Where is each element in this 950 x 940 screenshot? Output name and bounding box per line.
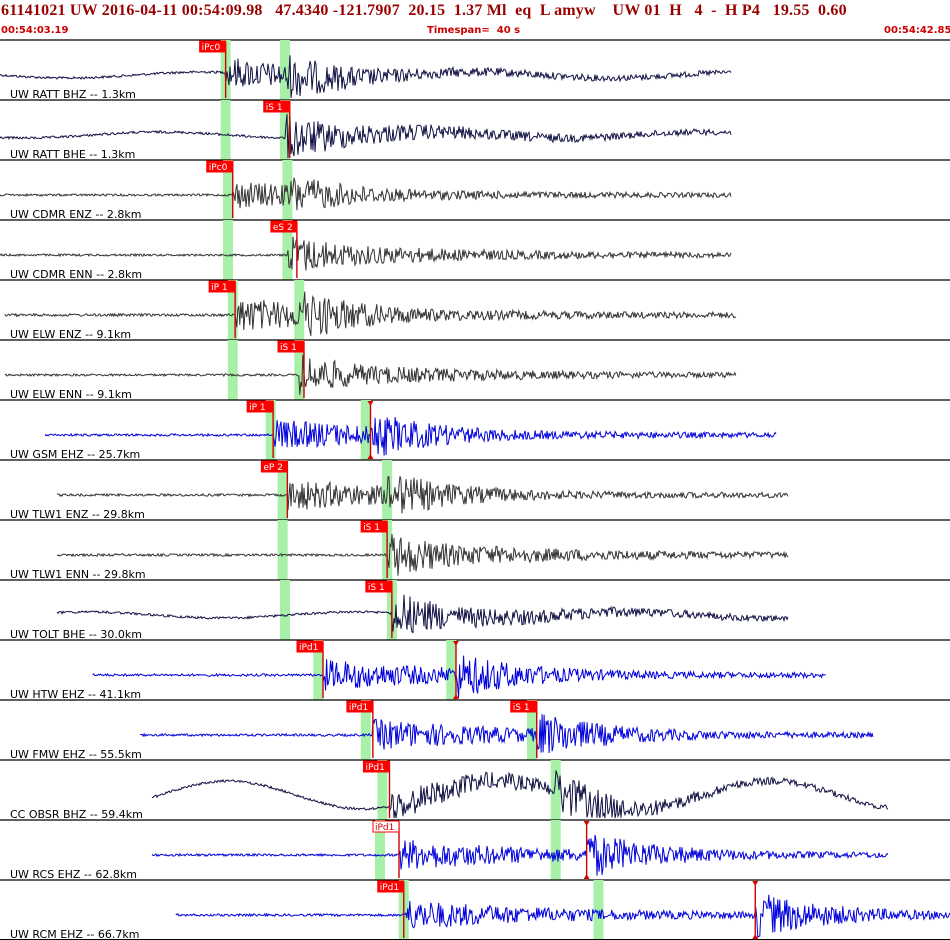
channel-trace: iPd1 UW HTW EHZ -- 41.1km: [0, 639, 950, 701]
pick-label: iS 1: [513, 703, 530, 713]
arrival-window: [446, 640, 457, 700]
channel-trace: iS 1 UW TLW1 ENN -- 29.8km: [0, 519, 950, 581]
pick-label: eP 2: [263, 463, 283, 473]
channel-trace: iS 1 UW ELW ENN -- 9.1km: [0, 339, 950, 401]
pick-marker: [752, 881, 759, 886]
waveform: [56, 533, 789, 576]
waveform: [56, 594, 789, 634]
pick-label: iPd1: [380, 883, 399, 893]
channel-trace: iPd1 iS 1 UW FMW EHZ -- 55.5km: [0, 699, 950, 761]
waveform: [151, 834, 889, 876]
pick-marker: [583, 821, 590, 826]
station-label: CC OBSR BHZ -- 59.4km: [10, 808, 143, 821]
waveform: [140, 714, 874, 754]
waveform: [0, 236, 732, 271]
channel-trace: iS 1 UW TOLT BHE -- 30.0km: [0, 579, 950, 641]
channel-trace: eP 2 UW TLW1 ENZ -- 29.8km: [0, 459, 950, 521]
pick-label: iP 1: [211, 283, 228, 293]
channel-trace: iPc0 UW RATT BHZ -- 1.3km: [0, 39, 950, 101]
pick-label: iPc0: [202, 43, 221, 53]
station-label: UW CDMR ENZ -- 2.8km: [10, 208, 141, 221]
channel-trace: iP 1 UW ELW ENZ -- 9.1km: [0, 279, 950, 341]
waveform: [92, 655, 826, 698]
waveform: [151, 770, 889, 819]
arrival-window: [220, 100, 231, 160]
channel-trace: iP 1 UW GSM EHZ -- 25.7km: [0, 399, 950, 461]
channel-trace: iS 1 UW RATT BHE -- 1.3km: [0, 99, 950, 161]
station-label: UW RCM EHZ -- 66.7km: [10, 928, 139, 940]
station-label: UW CDMR ENN -- 2.8km: [10, 268, 142, 281]
arrival-window: [227, 340, 238, 400]
pick-label: iPd1: [375, 823, 394, 833]
pick-label: iS 1: [363, 523, 380, 533]
channel-trace: iPd1 UW RCM EHZ -- 66.7km: [0, 879, 950, 940]
station-label: UW RATT BHZ -- 1.3km: [10, 88, 136, 101]
station-label: UW HTW EHZ -- 41.1km: [10, 688, 141, 701]
channel-trace: iPd1 UW RCS EHZ -- 62.8km: [0, 819, 950, 881]
station-label: UW ELW ENZ -- 9.1km: [10, 328, 131, 341]
arrival-window: [277, 520, 288, 580]
station-label: UW FMW EHZ -- 55.5km: [10, 748, 142, 761]
pick-label: iPd1: [349, 703, 368, 713]
pick-label: iPd1: [299, 643, 318, 653]
waveform: [0, 177, 732, 211]
station-label: UW GSM EHZ -- 25.7km: [10, 448, 140, 461]
channel-trace: eS 2 UW CDMR ENN -- 2.8km: [0, 219, 950, 281]
pick-label: iS 1: [280, 343, 297, 353]
station-label: UW TLW1 ENZ -- 29.8km: [10, 508, 145, 521]
pick-label: eS 2: [273, 223, 293, 233]
pick-label: iPc0: [209, 163, 228, 173]
station-label: UW TLW1 ENN -- 29.8km: [10, 568, 146, 581]
channel-trace: iPd1 CC OBSR BHZ -- 59.4km: [0, 759, 950, 821]
pick-marker: [583, 874, 590, 879]
pick-label: iPd1: [366, 763, 385, 773]
seismogram-viewer: 61141021 UW 2016-04-11 00:54:09.98 47.43…: [0, 0, 950, 940]
station-label: UW TOLT BHE -- 30.0km: [10, 628, 142, 641]
waveform: [44, 417, 777, 456]
waveform: [56, 475, 789, 514]
station-label: UW RCS EHZ -- 62.8km: [10, 868, 137, 881]
station-label: UW RATT BHE -- 1.3km: [10, 148, 135, 161]
pick-label: iP 1: [249, 403, 266, 413]
arrival-window: [280, 580, 290, 640]
pick-label: iS 1: [266, 103, 283, 113]
arrival-window: [550, 820, 561, 880]
arrival-window: [223, 220, 233, 280]
waveform-panel[interactable]: iPc0 UW RATT BHZ -- 1.3km iS 1 UW RATT BHE …: [0, 0, 950, 940]
waveform: [175, 894, 950, 939]
station-label: UW ELW ENN -- 9.1km: [10, 388, 132, 401]
pick-label: iS 1: [368, 583, 385, 593]
channel-trace: iPc0 UW CDMR ENZ -- 2.8km: [0, 159, 950, 221]
